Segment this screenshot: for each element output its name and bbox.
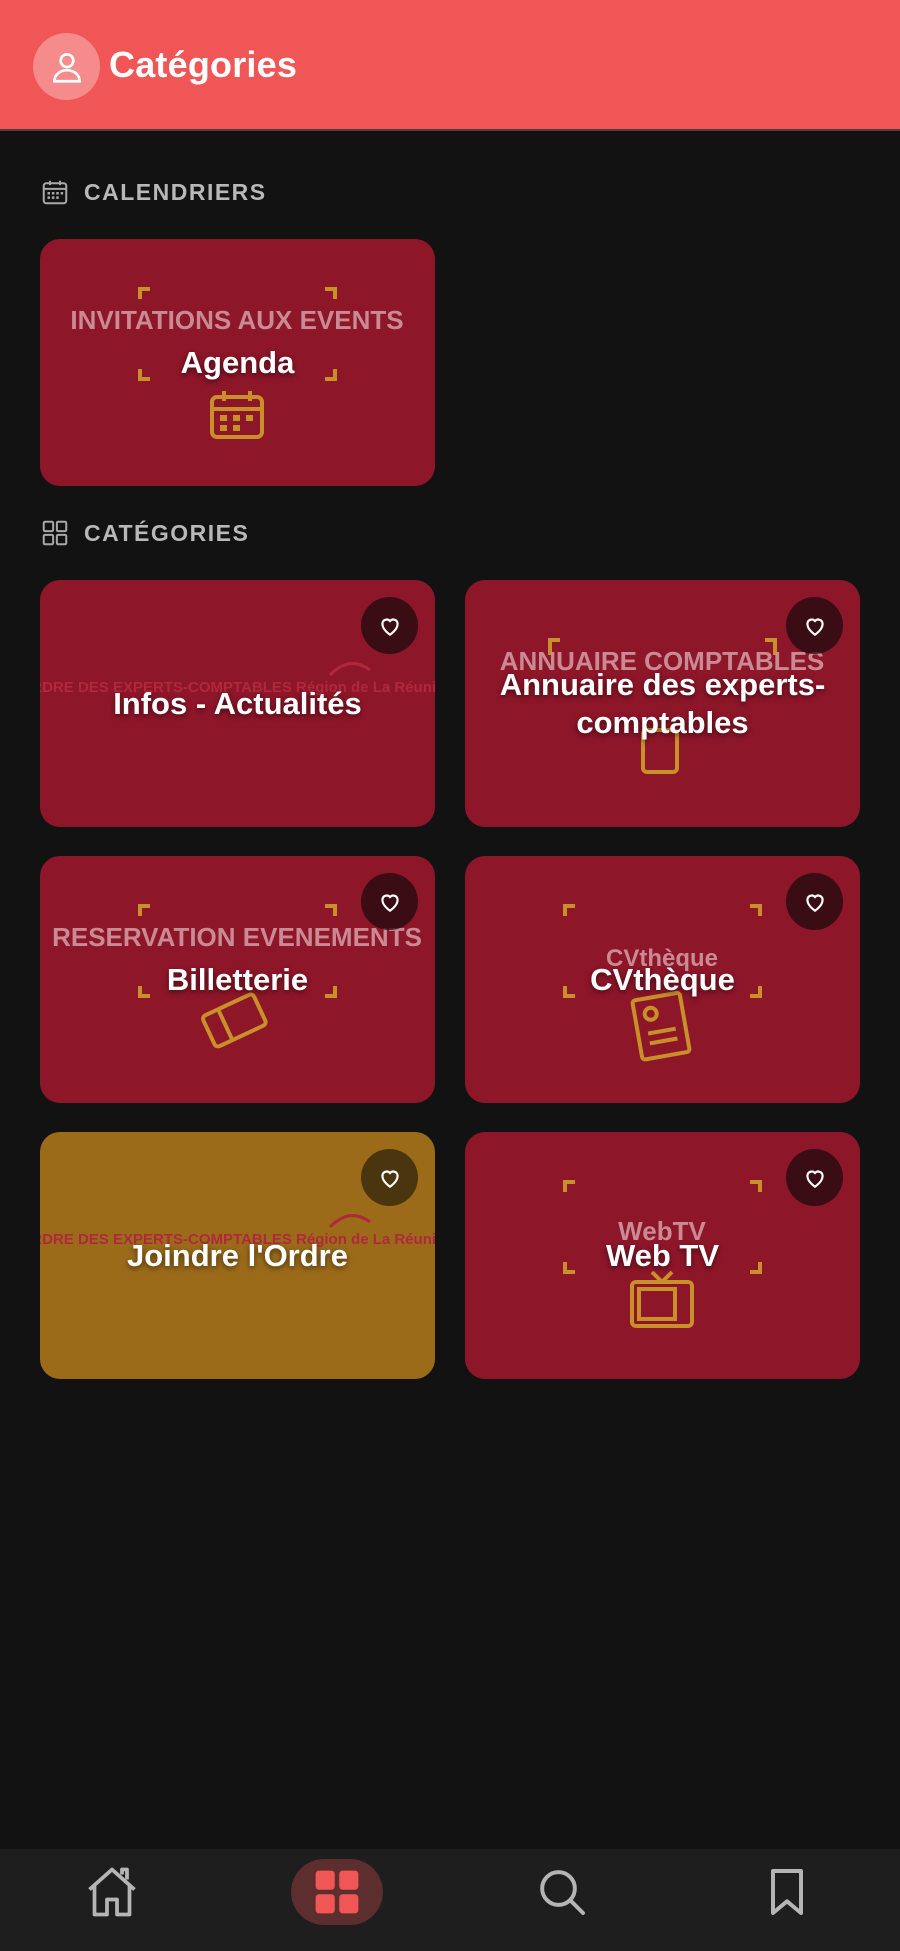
heart-icon — [380, 894, 399, 912]
grid-icon — [315, 1870, 359, 1914]
heart-icon — [805, 894, 824, 912]
tab-home[interactable] — [66, 1859, 158, 1925]
favorite-button[interactable] — [361, 873, 418, 930]
section-calendars: CALENDRIERS — [40, 177, 267, 207]
section-calendars-label: CALENDRIERS — [84, 178, 267, 205]
bottom-tab-bar — [0, 1849, 900, 1951]
favorite-button[interactable] — [786, 597, 843, 654]
calendar-icon — [42, 180, 68, 205]
tab-search[interactable] — [516, 1859, 608, 1925]
card-annuaire[interactable]: ANNUAIRE COMPTABLES Annuaire des experts… — [465, 580, 860, 827]
user-icon — [52, 52, 81, 83]
page-title: Catégories — [109, 44, 298, 85]
section-categories-label: CATÉGORIES — [84, 519, 250, 546]
profile-button[interactable] — [33, 33, 100, 100]
tab-categories[interactable] — [291, 1859, 383, 1925]
favorite-button[interactable] — [361, 597, 418, 654]
card-cvtheque[interactable]: CVthèque CVthèque — [465, 856, 860, 1103]
card-infos-actualites[interactable]: ORDRE DES EXPERTS-COMPTABLES Région de L… — [40, 580, 435, 827]
card-agenda[interactable]: INVITATIONS AUX EVENTS Agenda — [40, 239, 435, 486]
card-web-tv[interactable]: WebTV Web TV — [465, 1132, 860, 1379]
search-icon — [540, 1870, 585, 1915]
section-categories: CATÉGORIES — [40, 518, 249, 548]
heart-icon — [380, 1170, 399, 1188]
heart-icon — [380, 618, 399, 636]
card-joindre-ordre[interactable]: ORDRE DES EXPERTS-COMPTABLES Région de L… — [40, 1132, 435, 1379]
grid-icon — [42, 520, 68, 546]
card-title: Agenda — [180, 344, 295, 380]
favorite-button[interactable] — [786, 873, 843, 930]
card-billetterie[interactable]: RESERVATION EVENEMENTS Billetterie — [40, 856, 435, 1103]
heart-icon — [805, 618, 824, 636]
home-icon — [88, 1867, 136, 1917]
favorite-button[interactable] — [786, 1149, 843, 1206]
app-header: Catégories — [0, 0, 900, 131]
heart-icon — [805, 1170, 824, 1188]
favorite-button[interactable] — [361, 1149, 418, 1206]
bookmark-icon — [771, 1869, 803, 1915]
tab-bookmarks[interactable] — [741, 1859, 833, 1925]
